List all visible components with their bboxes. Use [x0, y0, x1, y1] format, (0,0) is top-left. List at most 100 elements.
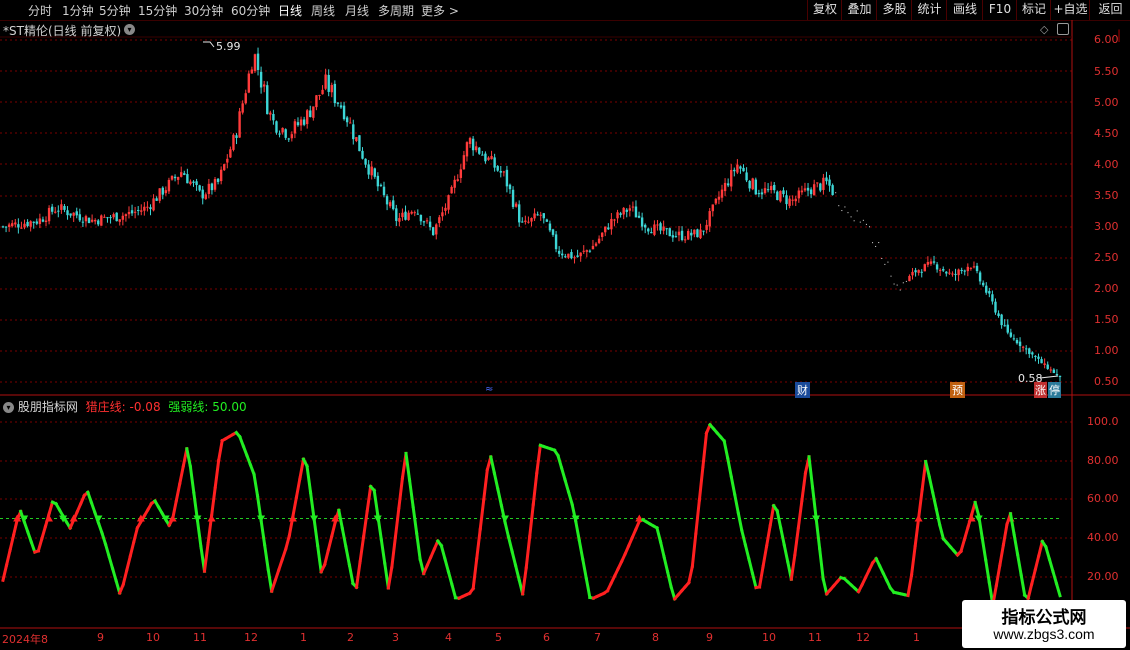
- candle-body: [690, 232, 693, 236]
- hunt-line-segment: [443, 556, 451, 574]
- period-tab[interactable]: 30分钟: [184, 2, 223, 19]
- candle-body: [81, 221, 85, 223]
- hunt-line-segment: [552, 448, 561, 458]
- period-tab[interactable]: 周线: [311, 2, 335, 19]
- hunt-line-segment: [955, 549, 964, 558]
- finance-marker[interactable]: 财: [795, 382, 810, 398]
- candle-body: [714, 198, 718, 204]
- hunt-line-segment: [747, 557, 755, 576]
- suspend-marker[interactable]: 停: [1048, 382, 1061, 398]
- candle-body: [50, 206, 54, 212]
- candle-body: [527, 221, 530, 223]
- candle-body: [349, 122, 352, 124]
- toolbar-button[interactable]: 返回: [1089, 0, 1130, 20]
- hunt-line-segment: [725, 456, 733, 479]
- hunt-line-segment: [340, 526, 348, 549]
- hunt-line-segment: [283, 533, 292, 551]
- hunt-line-segment: [588, 595, 596, 600]
- limit-up-marker[interactable]: 涨: [1034, 382, 1047, 398]
- hunt-line-segment: [301, 457, 310, 469]
- hunt-line-segment: [835, 575, 843, 584]
- hunt-line-segment: [778, 526, 787, 547]
- candle-body: [631, 206, 635, 208]
- hunt-line-segment: [849, 583, 858, 591]
- hunt-line-segment: [973, 500, 981, 518]
- candle-body: [195, 181, 198, 185]
- toolbar-button[interactable]: 画线: [946, 0, 983, 20]
- hunt-line-segment: [976, 513, 984, 540]
- candle-body: [241, 103, 244, 113]
- candle-body: [143, 206, 146, 211]
- cross-arrow: [310, 515, 319, 523]
- period-tab[interactable]: 1分钟: [62, 2, 94, 19]
- hunt-line-segment: [11, 518, 19, 537]
- hunt-line-segment: [273, 568, 281, 583]
- candle-body: [266, 85, 269, 115]
- candle-body: [14, 222, 17, 225]
- hunt-line-segment: [651, 523, 660, 531]
- toolbar-button[interactable]: 叠加: [841, 0, 877, 20]
- candle-body: [723, 182, 727, 192]
- period-tab[interactable]: 日线: [278, 2, 302, 19]
- hunt-line-segment: [863, 568, 872, 580]
- candle-body: [26, 221, 29, 227]
- toolbar-button[interactable]: 标记: [1016, 0, 1051, 20]
- candle-body: [524, 220, 527, 222]
- hunt-line-segment: [980, 536, 988, 562]
- sidebar-icon[interactable]: |: [1117, 28, 1121, 42]
- candle-body: [825, 177, 828, 182]
- chevron-down-icon[interactable]: ▾: [3, 402, 14, 413]
- candle-body: [136, 209, 140, 211]
- hunt-line-segment: [566, 490, 575, 507]
- period-tab[interactable]: 月线: [345, 2, 369, 19]
- toolbar-button[interactable]: +自选: [1050, 0, 1090, 20]
- hunt-line-segment: [637, 517, 645, 524]
- hunt-line-segment: [814, 516, 822, 550]
- candle-body: [441, 212, 444, 217]
- hunt-line-segment: [4, 548, 12, 568]
- candle-body: [41, 219, 45, 222]
- hunt-line-segment: [255, 494, 263, 522]
- candle-body: [198, 185, 201, 191]
- hunt-line-segment: [1040, 539, 1048, 549]
- hunt-line-segment: [633, 519, 642, 532]
- hunt-line-segment: [167, 516, 175, 528]
- period-tab[interactable]: 分时: [28, 2, 52, 19]
- toolbar-button[interactable]: F10: [982, 0, 1017, 20]
- hunt-line-segment: [520, 566, 528, 596]
- candle-body: [315, 95, 318, 108]
- period-tab[interactable]: 更多 >: [421, 2, 459, 19]
- price-dot: [853, 220, 855, 222]
- candle-body: [957, 269, 960, 276]
- watermark-title: 指标公式网: [1001, 608, 1087, 628]
- candle-body: [57, 210, 60, 212]
- candle-body: [511, 189, 515, 207]
- period-tab[interactable]: 60分钟: [231, 2, 270, 19]
- hunt-line-segment: [379, 537, 387, 566]
- candle-body: [103, 216, 106, 218]
- candle-body: [226, 158, 229, 163]
- forecast-marker[interactable]: 预: [950, 382, 965, 398]
- diamond-icon[interactable]: ◇: [1040, 23, 1048, 36]
- watermark: 指标公式网 www.zbgs3.com: [962, 600, 1126, 648]
- period-tab[interactable]: 15分钟: [138, 2, 177, 19]
- hunt-line-segment: [803, 454, 811, 475]
- window-toggle-icon[interactable]: [1057, 23, 1069, 35]
- kline-chart[interactable]: [0, 0, 1130, 650]
- candle-body: [822, 177, 825, 190]
- candle-body: [785, 195, 788, 205]
- hunt-line-segment: [852, 586, 861, 594]
- candle-body: [318, 94, 321, 96]
- hunt-line-segment: [485, 455, 493, 472]
- candle-body: [1012, 338, 1016, 340]
- period-tab[interactable]: 多周期: [378, 2, 414, 19]
- period-tab[interactable]: 5分钟: [99, 2, 131, 19]
- toolbar-button[interactable]: 统计: [911, 0, 947, 20]
- chevron-down-icon[interactable]: ▾: [124, 24, 135, 35]
- toolbar-button[interactable]: 多股: [876, 0, 912, 20]
- toolbar-button[interactable]: 复权: [807, 0, 842, 20]
- hunt-line-segment: [888, 585, 896, 595]
- hunt-line-segment: [951, 548, 960, 558]
- candle-body: [127, 211, 131, 215]
- candle-body: [687, 230, 690, 240]
